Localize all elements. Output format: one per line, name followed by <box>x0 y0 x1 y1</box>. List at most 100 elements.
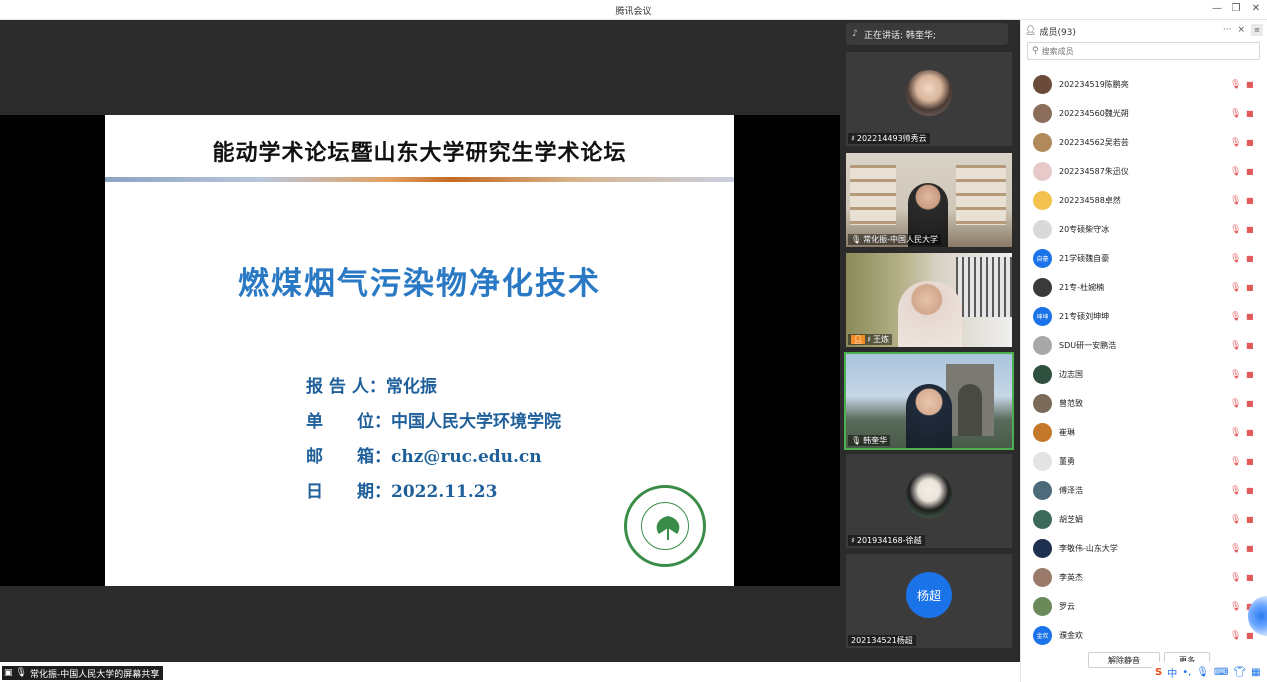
title-bar: 腾讯会议 — ❐ ✕ <box>0 0 1267 20</box>
member-row[interactable]: SDU研一安鹏浩 🎙︎ ■ <box>1021 331 1267 360</box>
mic-muted-icon[interactable]: 🎙︎ <box>1230 428 1241 438</box>
member-row[interactable]: 202234519陈鹏亮 🎙︎ ■ <box>1021 70 1267 99</box>
screen-share-stage: 能动学术论坛暨山东大学研究生学术论坛 燃煤烟气污染物净化技术 报 告 人：常化振… <box>0 20 840 662</box>
search-icon: ⚲ <box>1032 46 1039 56</box>
mic-muted-icon[interactable]: 🎙︎ <box>1230 370 1241 380</box>
member-row[interactable]: 崔琳 🎙︎ ■ <box>1021 418 1267 447</box>
camera-off-icon[interactable]: ■ <box>1246 341 1254 350</box>
mic-muted-icon[interactable]: 🎙︎ <box>1230 312 1241 322</box>
camera-off-icon[interactable]: ■ <box>1246 515 1254 524</box>
video-tile[interactable]: 🎙︎ 常化振-中国人民大学 <box>846 153 1012 247</box>
unmute-all-button[interactable]: 解除静音 <box>1088 652 1160 668</box>
camera-off-icon[interactable]: ■ <box>1246 457 1254 466</box>
video-tile[interactable]: 👤︎ ♯ 王炼 <box>846 253 1012 347</box>
member-row[interactable]: 李英杰 🎙︎ ■ <box>1021 563 1267 592</box>
restore-icon[interactable]: ❐ <box>1229 3 1243 14</box>
member-name: 202234588卓然 <box>1059 196 1121 205</box>
member-avatar <box>1033 423 1052 442</box>
member-row[interactable]: 罗云🎙︎■ <box>1021 592 1267 621</box>
member-name: 20专硕柴守冰 <box>1059 225 1110 234</box>
mic-muted-icon[interactable]: 🎙︎ <box>1230 138 1241 148</box>
member-row[interactable]: 202234560魏光朔 🎙︎ ■ <box>1021 99 1267 128</box>
member-row[interactable]: 金欢 濮金欢 🎙︎ ■ <box>1021 621 1267 650</box>
member-row[interactable]: 边志国 🎙︎ ■ <box>1021 360 1267 389</box>
camera-off-icon[interactable]: ■ <box>1246 196 1254 205</box>
member-name: SDU研一安鹏浩 <box>1059 341 1117 350</box>
member-row[interactable]: 傅泽浩 🎙︎ ■ <box>1021 476 1267 505</box>
mic-muted-icon[interactable]: 🎙︎ <box>1230 486 1241 496</box>
keyboard-icon[interactable]: ⌨︎ <box>1214 667 1228 678</box>
mic-muted-icon[interactable]: 🎙︎ <box>1230 341 1241 351</box>
presentation-slide: 能动学术论坛暨山东大学研究生学术论坛 燃煤烟气污染物净化技术 报 告 人：常化振… <box>105 115 734 586</box>
member-avatar <box>1033 336 1052 355</box>
camera-off-icon[interactable]: ■ <box>1246 573 1254 582</box>
member-row[interactable]: 李敬伟-山东大学 🎙︎ ■ <box>1021 534 1267 563</box>
mic-muted-icon[interactable]: 🎙︎ <box>1230 283 1241 293</box>
member-row[interactable]: 曾范致 🎙︎ ■ <box>1021 389 1267 418</box>
close-panel-icon[interactable]: × <box>1237 25 1245 35</box>
camera-off-icon[interactable]: ■ <box>1246 80 1254 89</box>
camera-off-icon[interactable]: ■ <box>1246 631 1254 640</box>
member-search-box[interactable]: ⚲ <box>1027 42 1260 60</box>
mic-muted-icon[interactable]: 🎙︎ <box>1230 399 1241 409</box>
mic-muted-icon[interactable]: 🎙︎ <box>1230 573 1241 583</box>
mic-muted-icon[interactable]: 🎙︎ <box>1230 254 1241 264</box>
mic-muted-icon[interactable]: 🎙︎ <box>1230 196 1241 206</box>
camera-off-icon[interactable]: ■ <box>1246 312 1254 321</box>
ime-mode[interactable]: 中 <box>1167 665 1177 680</box>
mic-muted-icon[interactable]: 🎙︎ <box>1230 544 1241 554</box>
member-avatar <box>1033 75 1052 94</box>
camera-off-icon[interactable]: ■ <box>1246 544 1254 553</box>
speaker-icon: ♪ <box>852 29 858 39</box>
video-tile[interactable]: 杨超 202134521杨超 <box>846 554 1012 648</box>
mic-muted-icon[interactable]: 🎙︎ <box>1230 515 1241 525</box>
close-icon[interactable]: ✕ <box>1249 3 1263 14</box>
mic-muted-icon[interactable]: 🎙︎ <box>1230 80 1241 90</box>
camera-off-icon[interactable]: ■ <box>1246 399 1254 408</box>
mic-muted-icon[interactable]: 🎙︎ <box>1230 109 1241 119</box>
mic-muted-icon[interactable]: 🎙︎ <box>1230 602 1241 612</box>
skin-icon[interactable]: 👕︎ <box>1233 667 1246 678</box>
member-row[interactable]: 202234587朱迅仪 🎙︎ ■ <box>1021 157 1267 186</box>
camera-off-icon[interactable]: ■ <box>1246 138 1254 147</box>
member-avatar <box>1033 481 1052 500</box>
member-row[interactable]: 董勇 🎙︎ ■ <box>1021 447 1267 476</box>
member-row[interactable]: 自豪 21学硕魏自豪 🎙︎ ■ <box>1021 244 1267 273</box>
camera-off-icon[interactable]: ■ <box>1246 283 1254 292</box>
member-row[interactable]: 20专硕柴守冰 🎙︎ ■ <box>1021 215 1267 244</box>
mic-muted-icon[interactable]: 🎙︎ <box>1230 225 1241 235</box>
video-tile[interactable]: ♯ 201934168-徐越 <box>846 454 1012 548</box>
member-row[interactable]: 21专-杜婉楠 🎙︎ ■ <box>1021 273 1267 302</box>
sogou-ime-icon[interactable]: S <box>1155 667 1162 678</box>
screen-share-label: ▣ 🎙︎ 常化振-中国人民大学的屏幕共享 <box>2 666 164 680</box>
camera-off-icon[interactable]: ■ <box>1246 109 1254 118</box>
camera-off-icon[interactable]: ■ <box>1246 370 1254 379</box>
member-row[interactable]: 202234588卓然 🎙︎ ■ <box>1021 186 1267 215</box>
member-row[interactable]: 202234562吴若芸 🎙︎ ■ <box>1021 128 1267 157</box>
mic-muted-icon[interactable]: 🎙︎ <box>1230 631 1241 641</box>
mic-muted-icon[interactable]: 🎙︎ <box>1230 167 1241 177</box>
member-avatar: 金欢 <box>1033 626 1052 645</box>
mic-muted-icon: ♯ <box>851 134 855 143</box>
punctuation-mode[interactable]: •, <box>1182 667 1191 678</box>
camera-off-icon[interactable]: ■ <box>1246 225 1254 234</box>
minimize-icon[interactable]: — <box>1210 3 1224 14</box>
member-row[interactable]: 胡芝娟 🎙︎ ■ <box>1021 505 1267 534</box>
camera-off-icon[interactable]: ■ <box>1246 167 1254 176</box>
camera-off-icon[interactable]: ■ <box>1246 486 1254 495</box>
voice-input-icon[interactable]: 🎙︎ <box>1196 667 1209 678</box>
more-options-icon[interactable]: ··· <box>1223 25 1232 35</box>
member-search-input[interactable] <box>1041 46 1242 56</box>
member-avatar <box>1033 394 1052 413</box>
camera-off-icon[interactable]: ■ <box>1246 254 1254 263</box>
mic-muted-icon[interactable]: 🎙︎ <box>1230 457 1241 467</box>
toolbox-icon[interactable]: ▦ <box>1251 667 1260 678</box>
camera-off-icon[interactable]: ■ <box>1246 428 1254 437</box>
video-tile[interactable]: ♯ 202214493帅秀云 <box>846 52 1012 146</box>
slide-subject: 燃煤烟气污染物净化技术 <box>238 266 601 302</box>
panel-sidebar-toggle[interactable]: ≡ <box>1251 24 1263 36</box>
video-tile-active-speaker[interactable]: 🎙︎ 韩奎华 <box>844 352 1014 450</box>
mic-muted-icon: ♯ <box>851 536 855 545</box>
member-avatar <box>1033 104 1052 123</box>
member-row[interactable]: 坤坤 21专硕刘坤坤 🎙︎ ■ <box>1021 302 1267 331</box>
